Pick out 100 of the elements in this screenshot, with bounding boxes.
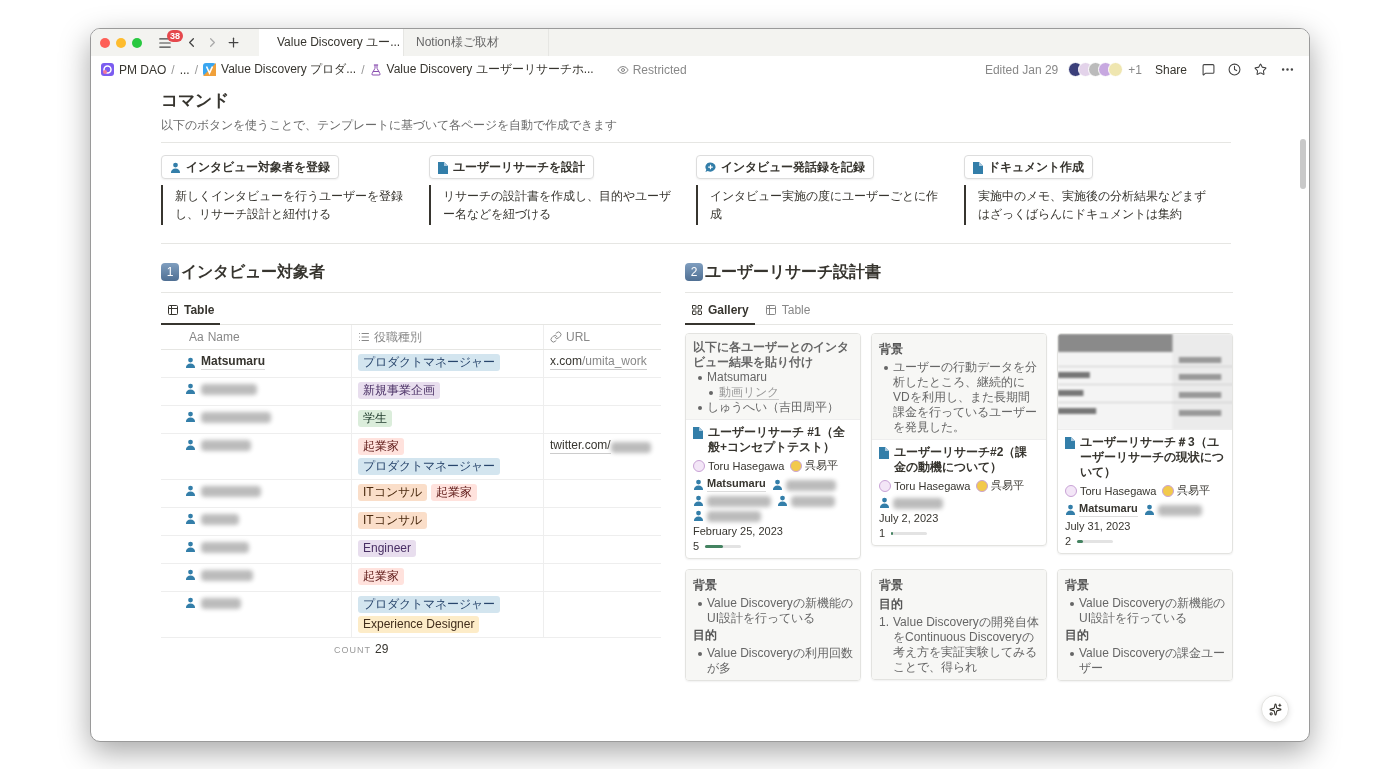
breadcrumb-separator: /: [194, 62, 199, 77]
number-keycap: 2: [685, 263, 703, 281]
cover-heading: 背景: [879, 341, 904, 358]
gallery-card[interactable]: 背景 Value Discoveryの新機能のUI設計を行っている 目的 Value Discoveryの課金ユーザー: [1057, 569, 1233, 681]
bullet-text: Matsumaru: [707, 370, 768, 384]
list-icon: [358, 331, 370, 343]
person-icon: [185, 541, 196, 552]
breadcrumb-item[interactable]: PM DAO: [101, 62, 167, 77]
scrollbar[interactable]: [1300, 139, 1306, 189]
document-icon: [1065, 437, 1075, 449]
window-tab[interactable]: Notion様ご取材: [404, 29, 549, 56]
progress-value: 2: [1065, 535, 1072, 547]
comment-icon[interactable]: [1202, 63, 1215, 76]
star-icon[interactable]: [1254, 63, 1267, 76]
bullet-text: Value Discoveryの新機能のUI設計を行っている: [1079, 596, 1225, 625]
gallery-card[interactable]: 背景 Value Discoveryの新機能のUI設計を行っている 目的 Value Discoveryの利用回数が多: [685, 569, 861, 681]
avatar: [1065, 484, 1077, 497]
command-button[interactable]: ドキュメント作成: [963, 155, 1093, 179]
share-button[interactable]: Share: [1154, 62, 1187, 77]
person-icon: [185, 439, 196, 450]
card-title: ユーザーリサーチ #1（全般+コンセプトテスト）: [708, 425, 846, 455]
ai-assistant-button[interactable]: [1261, 695, 1289, 723]
table-icon: [764, 304, 777, 316]
count-value: 29: [375, 642, 389, 656]
cover-heading: 以下に各ユーザーとのインタビュー結果を貼り付け: [693, 340, 850, 370]
card-date: February 25, 2023: [693, 525, 784, 537]
breadcrumb-item[interactable]: Value Discovery ユーザーリサーチホ...: [369, 61, 594, 78]
command-description: リサーチの設計書を作成し、目的やユーザー名などを紐づける: [428, 185, 679, 225]
role-tag: 起業家: [430, 484, 477, 501]
menu-icon[interactable]: [158, 35, 172, 50]
bullet-icon: [698, 602, 702, 606]
owner-name: 呉易平: [991, 478, 1025, 493]
grid-icon: [691, 304, 703, 316]
app-logo-icon: [203, 63, 217, 76]
document-icon: [972, 162, 983, 174]
clock-icon[interactable]: [1228, 63, 1241, 76]
avatar: [879, 479, 891, 492]
owner-name: 呉易平: [805, 458, 839, 473]
role-tag: 新規事業企画: [358, 382, 440, 399]
person-icon: [185, 411, 196, 422]
column-header[interactable]: 役職種別: [351, 325, 543, 349]
card-date: July 31, 2023: [1065, 520, 1132, 532]
person-icon: [185, 356, 196, 368]
column-header[interactable]: URL: [543, 325, 661, 349]
person-icon: [693, 478, 704, 490]
command-button[interactable]: インタビュー対象者を登録: [161, 155, 339, 179]
document-icon: [879, 447, 889, 459]
card-title: ユーザーリサーチ#2（課金の動機について）: [894, 445, 1029, 475]
gallery-card[interactable]: 背景 ユーザーの行動データを分析したところ、継続的にVDを利用し、また長期間課金を行っているユーザーを発見した。 ユーザーリサーチ#2（課金の動機について） Toru Hasegawa 呉易平 July 2, 2023 1: [871, 333, 1047, 546]
cover-heading: 背景: [1065, 577, 1090, 594]
view-tab[interactable]: Table: [758, 299, 817, 325]
breadcrumb-separator: /: [361, 62, 365, 77]
close-button[interactable]: [100, 37, 110, 48]
owner-name: 呉易平: [1177, 483, 1211, 498]
person-icon: [1065, 503, 1076, 515]
person-name[interactable]: Matsumaru: [1079, 501, 1138, 517]
gallery-card[interactable]: 以下に各ユーザーとのインタビュー結果を貼り付け Matsumaru 動画リンク しゅうへい（吉田周平） ユーザーリサーチ #1（全般+コンセプトテスト） Toru Hasegawa 呉易平 Matsumaru February 25, 2023 5: [685, 333, 861, 559]
database-title: インタビュー対象者: [181, 261, 325, 282]
avatar: [790, 459, 803, 472]
breadcrumb-separator: /: [171, 62, 175, 77]
breadcrumb-item[interactable]: Value Discovery プロダ...: [203, 61, 357, 78]
role-tag: Experience Designer: [358, 616, 480, 633]
command-button[interactable]: インタビュー発話録を記録: [696, 155, 874, 179]
view-tab[interactable]: Gallery: [685, 299, 755, 325]
new-tab-icon[interactable]: [226, 35, 241, 50]
list-number: 1.: [879, 615, 889, 630]
progress-value: 1: [879, 527, 886, 539]
eye-icon: [616, 63, 629, 76]
more-avatars[interactable]: +1: [1128, 62, 1142, 77]
window-tab[interactable]: Value Discovery ユー...: [259, 29, 404, 56]
card-date: July 2, 2023: [879, 512, 940, 524]
url-link[interactable]: twitter.com/: [550, 438, 611, 454]
count-label: COUNT: [334, 645, 371, 655]
link-icon: [550, 331, 562, 343]
bullet-text: Value Discoveryの利用回数が多: [707, 646, 853, 675]
cover-heading: 背景: [693, 577, 718, 594]
person-name[interactable]: Matsumaru: [707, 476, 766, 492]
person-icon: [185, 597, 196, 608]
cover-heading: 目的: [693, 627, 718, 644]
bullet-icon: [884, 366, 888, 370]
sparkle-icon: [1268, 702, 1282, 716]
person-name[interactable]: Matsumaru: [201, 354, 265, 370]
database-title: ユーザーリサーチ設計書: [705, 261, 881, 282]
bullet-icon: [698, 406, 702, 410]
view-tab[interactable]: Table: [161, 299, 221, 325]
breadcrumb-item[interactable]: ...: [179, 62, 190, 77]
chat-plus-icon: [705, 161, 716, 173]
person-icon: [777, 495, 788, 506]
url-link[interactable]: x.com/umita_work: [550, 354, 647, 370]
bullet-text: しゅうへい（吉田周平）: [707, 400, 839, 414]
command-description: 実施中のメモ、実施後の分析結果などまずはざっくばらんにドキュメントは集約: [963, 185, 1214, 225]
bullet-icon: [709, 391, 713, 395]
command-description: インタビュー実施の度にユーザーごとに作成: [696, 185, 946, 225]
access-status[interactable]: Restricted: [616, 62, 687, 77]
column-header[interactable]: Aa Name: [161, 325, 351, 349]
gallery-card[interactable]: ユーザーリサーチ＃3（ユーザーリサーチの現状について） Toru Hasegawa 呉易平 Matsumaru July 31, 2023 2: [1057, 333, 1233, 554]
person-icon: [693, 510, 704, 521]
gallery-card[interactable]: 背景 目的 1. Value Discoveryの開発自体をContinuous Discoveryの考え方を実証実験してみることで、得られ: [871, 569, 1047, 680]
command-button[interactable]: ユーザーリサーチを設計: [428, 155, 594, 179]
role-tag: 起業家: [358, 438, 404, 455]
